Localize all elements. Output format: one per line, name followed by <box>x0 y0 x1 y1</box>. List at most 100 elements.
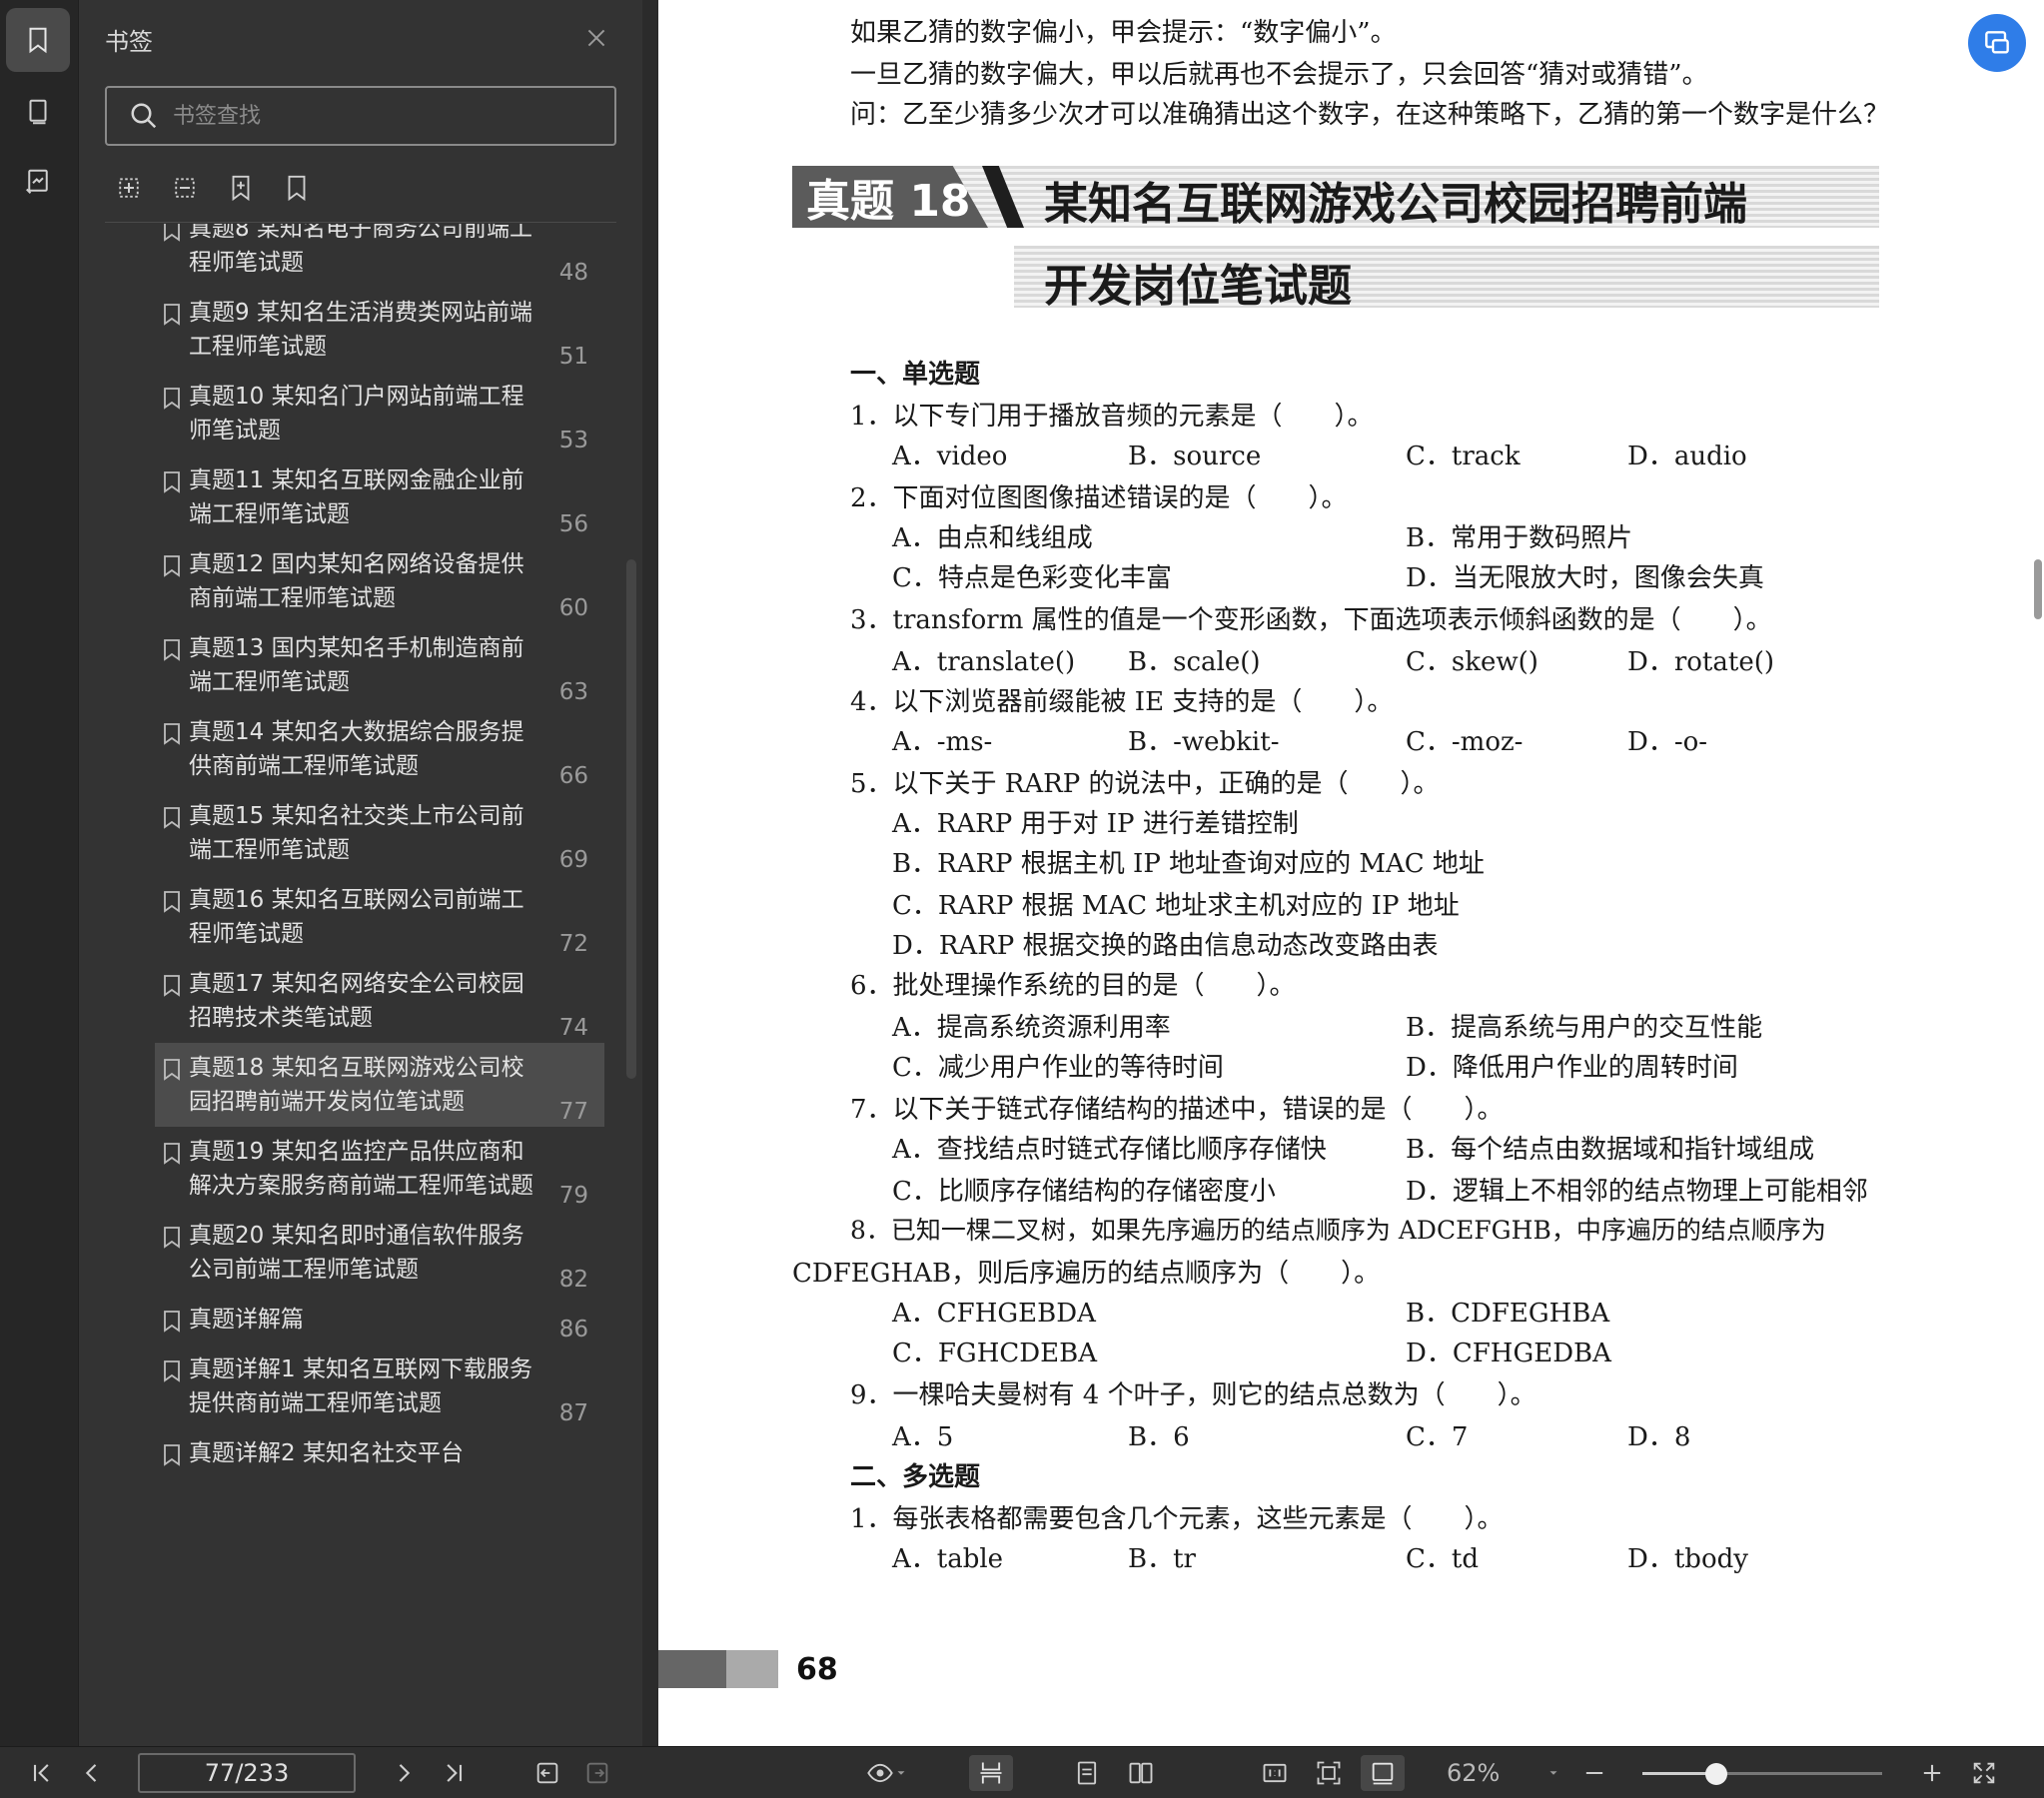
bookmark-item[interactable]: 真题17 某知名网络安全公司校园招聘技术类笔试题 74 <box>155 959 604 1043</box>
bookmark-title: 真题详解篇 <box>189 1307 304 1333</box>
bookmark-item[interactable]: 真题11 某知名互联网金融企业前端工程师笔试题 56 <box>155 455 604 539</box>
document-scrollbar[interactable] <box>2034 559 2042 619</box>
screen-translate-button[interactable] <box>1968 14 2026 72</box>
bookmark-item[interactable]: 真题详解1 某知名互联网下载服务提供商前端工程师笔试题 87 <box>155 1345 604 1428</box>
expand-all-button[interactable] <box>113 172 145 204</box>
bookmark-title: 真题16 某知名互联网公司前端工程师笔试题 <box>189 887 524 947</box>
bookmark-item[interactable]: 真题9 某知名生活消费类网站前端工程师笔试题 51 <box>155 288 604 372</box>
go-back-button[interactable] <box>527 1755 567 1791</box>
q2-option-b: B．常用于数码照片 <box>1406 523 1633 553</box>
question-8-line-1: 8．已知一棵二叉树，如果先序遍历的结点顺序为 ADCEFGHB，中序遍历的结点顺… <box>850 1216 1826 1245</box>
bookmark-search-box[interactable] <box>105 86 616 146</box>
q5-option-b: B．RARP 根据主机 IP 地址查询对应的 MAC 地址 <box>892 849 1485 879</box>
bookmark-item[interactable]: 真题详解2 某知名社交平台 <box>155 1428 604 1478</box>
bookmark-icon <box>164 807 180 829</box>
bookmark-outline-icon <box>288 175 306 202</box>
bookmark-page-number: 79 <box>558 1183 588 1209</box>
bookmark-icon <box>164 891 180 913</box>
zoom-slider-handle[interactable] <box>1705 1763 1728 1785</box>
bookmark-item[interactable]: 真题19 某知名监控产品供应商和解决方案服务商前端工程师笔试题 79 <box>155 1127 604 1211</box>
zoom-in-button[interactable] <box>1914 1755 1950 1791</box>
fit-width-button[interactable] <box>1361 1755 1405 1791</box>
page-thumbnail-icon <box>29 99 47 125</box>
bookmark-title: 真题详解2 某知名社交平台 <box>189 1440 464 1466</box>
q2-option-a: A．由点和线组成 <box>892 523 1093 553</box>
bookmark-toolbar <box>113 172 313 204</box>
bookmark-search-input[interactable] <box>173 103 572 129</box>
last-page-icon <box>447 1764 463 1782</box>
page-number-input[interactable] <box>138 1753 356 1793</box>
fit-width-icon <box>1372 1762 1394 1785</box>
single-page-scroll-button[interactable] <box>969 1755 1013 1791</box>
bookmark-item[interactable]: 真题详解篇 86 <box>155 1295 604 1345</box>
actual-size-button[interactable] <box>1255 1755 1295 1791</box>
bookmark-title: 真题8 某知名电子商务公司前端工程师笔试题 <box>189 224 532 276</box>
bookmark-icon <box>164 1059 180 1081</box>
bookmark-panel-button[interactable] <box>6 8 70 72</box>
add-bookmark-button[interactable] <box>225 172 257 204</box>
dropdown-arrow-icon <box>897 1771 905 1775</box>
eye-care-mode-button[interactable] <box>857 1755 917 1791</box>
bookmark-item[interactable]: 真题16 某知名互联网公司前端工程师笔试题 72 <box>155 875 604 959</box>
q5-option-d: D．RARP 根据交换的路由信息动态改变路由表 <box>892 931 1439 961</box>
next-page-button[interactable] <box>384 1755 424 1791</box>
q4-option-b: B．-webkit- <box>1128 727 1280 757</box>
section-single-choice: 一、单选题 <box>850 360 981 390</box>
bookmark-item[interactable]: 真题10 某知名门户网站前端工程师笔试题 53 <box>155 372 604 455</box>
bookmark-page-number: 77 <box>558 1099 588 1125</box>
question-9: 9．一棵哈夫曼树有 4 个叶子，则它的结点总数为（ ）。 <box>850 1380 1536 1410</box>
question-6: 6．批处理操作系统的目的是（ ）。 <box>850 971 1296 1001</box>
zoom-dropdown-button[interactable] <box>1538 1755 1568 1791</box>
translate-screen-icon <box>1985 31 2009 54</box>
bookmark-page-number: 82 <box>558 1267 588 1293</box>
double-page-view-button[interactable] <box>1119 1755 1163 1791</box>
bookmark-page-number: 86 <box>558 1317 588 1343</box>
bookmark-page-number: 72 <box>558 931 588 957</box>
exam-title-line-2: 开发岗位笔试题 <box>1044 261 1352 312</box>
bookmark-icon <box>164 471 180 493</box>
bookmark-page-number: 56 <box>558 511 588 537</box>
thumbnail-panel-button[interactable] <box>6 80 70 144</box>
bookmark-item[interactable]: 真题14 某知名大数据综合服务提供商前端工程师笔试题 66 <box>155 707 604 791</box>
previous-page-button[interactable] <box>72 1755 112 1791</box>
single-page-view-button[interactable] <box>1065 1755 1109 1791</box>
annotation-panel-button[interactable] <box>6 150 70 214</box>
close-icon <box>587 29 605 47</box>
bookmark-item[interactable]: 真题20 某知名即时通信软件服务公司前端工程师笔试题 82 <box>155 1211 604 1295</box>
fit-page-button[interactable] <box>1309 1755 1349 1791</box>
bookmark-item[interactable]: 真题12 国内某知名网络设备提供商前端工程师笔试题 60 <box>155 539 604 623</box>
q7-option-a: A．查找结点时链式存储比顺序存储快 <box>892 1135 1327 1165</box>
close-panel-button[interactable] <box>578 20 614 56</box>
q9-option-d: D．8 <box>1627 1422 1691 1452</box>
question-8-line-2: CDFEGHAB，则后序遍历的结点顺序为（ ）。 <box>792 1259 1381 1289</box>
zoom-out-button[interactable] <box>1576 1755 1612 1791</box>
q3-option-c: C．skew() <box>1406 647 1538 677</box>
bookmark-item[interactable]: 真题8 某知名电子商务公司前端工程师笔试题 48 <box>155 224 604 288</box>
collapse-all-button[interactable] <box>169 172 201 204</box>
go-forward-button[interactable] <box>577 1755 617 1791</box>
question-2: 2．下面对位图图像描述错误的是（ ）。 <box>850 483 1348 513</box>
expand-all-icon <box>119 178 139 198</box>
q6-option-c: C．减少用户作业的等待时间 <box>892 1053 1224 1083</box>
bookmark-title: 真题10 某知名门户网站前端工程师笔试题 <box>189 384 524 444</box>
bookmark-panel: 书签 真题8 某知名电子商务公司前端工程师笔试题48真题9 某知名生活消费类网站… <box>78 0 642 1746</box>
bookmark-list-scrollbar[interactable] <box>626 559 636 1079</box>
q1-option-d: D．audio <box>1627 442 1747 471</box>
bookmark-page-number: 74 <box>558 1015 588 1041</box>
zoom-level[interactable]: 62% <box>1447 1759 1500 1787</box>
add-bookmark-icon <box>232 175 250 202</box>
first-page-button[interactable] <box>22 1755 62 1791</box>
q3-option-d: D．rotate() <box>1627 647 1774 677</box>
fullscreen-button[interactable] <box>1964 1755 2004 1791</box>
bookmark-item[interactable]: 真题18 某知名互联网游戏公司校园招聘前端开发岗位笔试题 77 <box>155 1043 604 1127</box>
q4-option-a: A．-ms- <box>892 727 993 757</box>
bookmark-item[interactable]: 真题13 国内某知名手机制造商前端工程师笔试题 63 <box>155 623 604 707</box>
q2-option-d: D．当无限放大时，图像会失真 <box>1406 563 1764 593</box>
bookmark-icon <box>164 1311 180 1333</box>
q1-option-b: B．source <box>1128 442 1262 471</box>
chevron-down-icon <box>1549 1771 1557 1775</box>
bookmark-page-number: 53 <box>558 428 588 453</box>
bookmark-options-button[interactable] <box>281 172 313 204</box>
last-page-button[interactable] <box>434 1755 474 1791</box>
bookmark-item[interactable]: 真题15 某知名社交类上市公司前端工程师笔试题 69 <box>155 791 604 875</box>
